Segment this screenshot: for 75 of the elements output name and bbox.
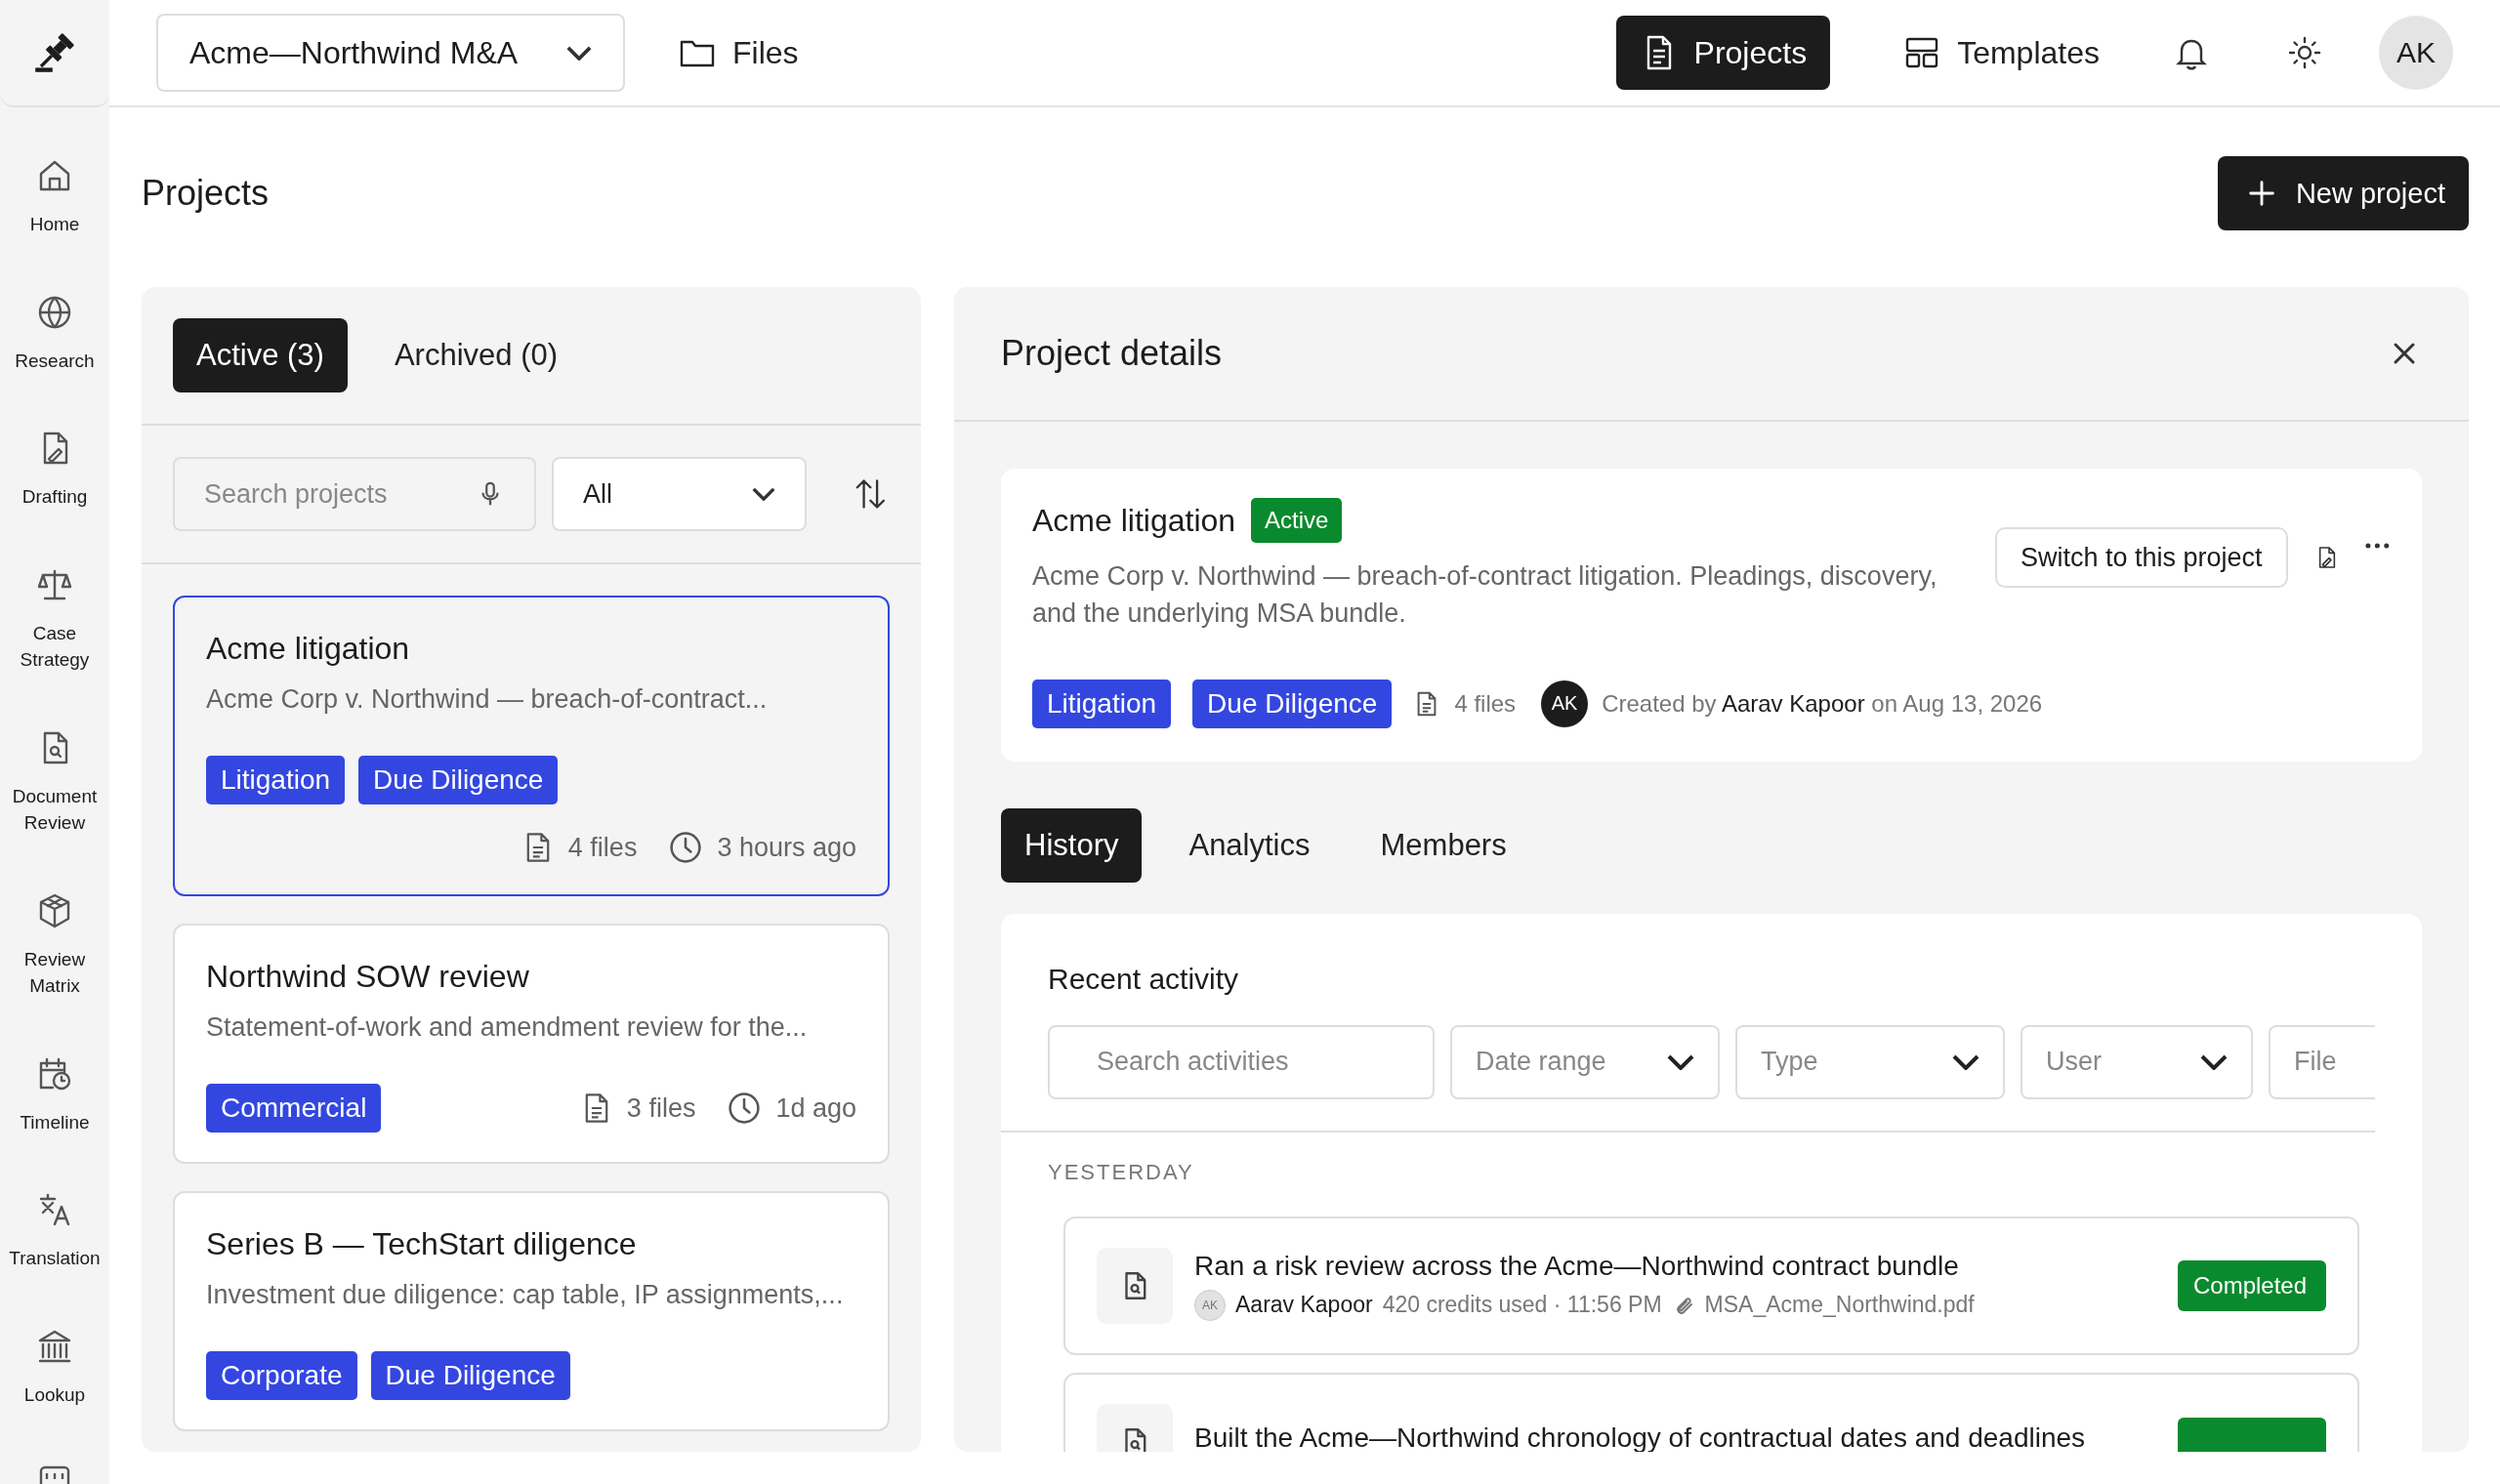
project-description: Investment due diligence: cap table, IP assignments,... (206, 1280, 845, 1310)
filter-tab[interactable]: Archived (0) (370, 318, 582, 392)
chevron-down-icon (1667, 1053, 1694, 1070)
status-badge: Active (1251, 498, 1343, 543)
project-title: Series B — TechStart diligence (206, 1226, 638, 1262)
project-card[interactable]: Series B — TechStart diligence Investment due diligence: cap table, IP assignments,... Corporate Due Diligence (173, 1191, 890, 1431)
file-count: 4 files (567, 832, 638, 863)
updated-time: 1d ago (775, 1092, 856, 1124)
project-description: Statement-of-work and amendment review for the... (206, 1012, 809, 1043)
chevron-down-icon (752, 487, 776, 501)
switch-project-button[interactable]: Switch to this project (1995, 527, 2288, 588)
sidebar-item[interactable]: Document Review (2, 727, 107, 837)
user-avatar: AK (1541, 680, 1589, 727)
detail-tab[interactable]: Members (1356, 807, 1530, 883)
tag: Litigation (206, 756, 346, 804)
sidebar-item[interactable]: Case Strategy (2, 564, 107, 674)
project-card[interactable]: Acme litigation Acme Corp v. Northwind — breach-of-contract... Litigation Due Diligence 4 files 3 hours ago (173, 596, 890, 896)
tag: Due Diligence (1192, 679, 1393, 728)
sidebar-item[interactable]: Home (2, 156, 107, 238)
user-avatar: AK (1194, 1289, 1226, 1321)
group-label: YESTERDAY (1048, 1159, 1195, 1185)
tag: Due Diligence (358, 756, 559, 804)
more-icon[interactable] (2364, 541, 2391, 551)
user-name: Aarav Kapoor (1235, 1292, 1373, 1319)
workspace-dropdown[interactable]: Acme—Northwind M&A (156, 14, 625, 92)
filter-dropdown[interactable]: Date range (1450, 1024, 1720, 1099)
activity-item[interactable]: Ran a risk review across the Acme—Northwind contract bundle AK Aarav Kapoor 420 credits used · 11:56 PM MSA_Acme_Northwind.pdf Completed (1063, 1216, 2359, 1355)
clock-icon (668, 830, 704, 865)
tag: Commercial (206, 1084, 382, 1133)
project-name: Acme litigation (1032, 502, 1236, 539)
sidebar-item[interactable]: Translation (2, 1190, 107, 1272)
filter-tab[interactable]: Active (3) (173, 318, 348, 392)
file-count: 3 files (626, 1092, 696, 1124)
detail-tab[interactable]: Analytics (1165, 807, 1334, 883)
status-dropdown[interactable]: All (552, 457, 808, 531)
chevron-down-icon (566, 45, 592, 61)
new-project-button[interactable]: New project (2217, 156, 2469, 230)
sidebar-item[interactable]: Review Matrix (2, 890, 107, 1000)
activity-title: Ran a risk review across the Acme—Northwind contract bundle (1194, 1250, 1960, 1282)
nav-tab[interactable]: Projects (1615, 16, 1831, 90)
search-field[interactable]: Search activities (1048, 1024, 1435, 1099)
chevron-down-icon (2200, 1053, 2228, 1070)
project-description: Acme Corp v. Northwind — breach-of-contract litigation. Pleadings, discovery, and the underlying MSA bundle. (1032, 560, 1938, 630)
tag: Litigation (1032, 679, 1172, 728)
tag: Due Diligence (370, 1351, 570, 1400)
sidebar-item[interactable]: Timeline (2, 1053, 107, 1136)
status-badge: Completed (2178, 1259, 2326, 1311)
clock-icon (727, 1091, 763, 1126)
updated-time: 3 hours ago (717, 832, 856, 863)
activity-title: Built the Acme—Northwind chronology of contractual dates and deadlines (1194, 1422, 2087, 1452)
project-card[interactable]: Northwind SOW review Statement-of-work and amendment review for the... Commercial 3 files 1d ago (173, 924, 890, 1164)
file-count: 4 files (1454, 689, 1517, 718)
filter-dropdown[interactable]: User (2021, 1024, 2253, 1099)
activity-meta: 420 credits used · 11:56 PM (1382, 1292, 1662, 1319)
user-avatar[interactable]: AK (2379, 16, 2453, 90)
detail-tab[interactable]: History (1001, 807, 1143, 883)
tag: Corporate (206, 1351, 357, 1400)
project-title: Acme litigation (206, 631, 411, 667)
panel-title: Project details (1001, 333, 1223, 374)
section-title: Recent activity (1047, 961, 1240, 997)
nav-tab[interactable]: Templates (1879, 16, 2123, 90)
sidebar-item[interactable]: Research (2, 292, 107, 375)
activity-item[interactable]: Built the Acme—Northwind chronology of contractual dates and deadlines (1063, 1372, 2359, 1452)
sidebar-item[interactable]: Lookup (2, 1327, 107, 1409)
page-title: Projects (142, 173, 270, 214)
project-description: Acme Corp v. Northwind — breach-of-contract... (206, 684, 769, 715)
sidebar-item[interactable]: Drafting (2, 429, 107, 511)
filter-dropdown[interactable]: File (2269, 1024, 2375, 1099)
nav-tab[interactable]: Files (654, 16, 822, 90)
chevron-down-icon (1952, 1053, 1979, 1070)
search-field[interactable]: Search projects (173, 457, 536, 531)
project-title: Northwind SOW review (206, 959, 530, 995)
filter-dropdown[interactable]: Type (1735, 1024, 2005, 1099)
file-name: MSA_Acme_Northwind.pdf (1704, 1292, 1975, 1319)
created-by-text: Created by Aarav Kapoor on Aug 13, 2026 (1602, 689, 2043, 718)
